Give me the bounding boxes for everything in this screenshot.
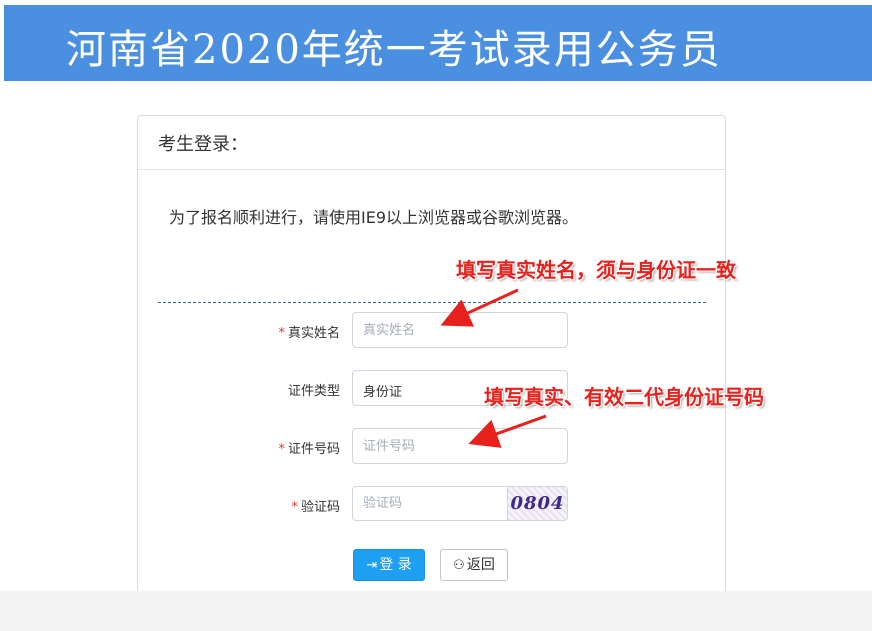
captcha-image[interactable]: 0804 xyxy=(508,486,568,521)
login-button[interactable]: ⇥ 登 录 xyxy=(353,549,425,581)
id-hint-annotation: 填写真实、有效二代身份证号码 xyxy=(484,385,764,409)
login-panel: 考生登录： 为了报名顺利进行，请使用IE9以上浏览器或谷歌浏览器。 * 真实姓名 … xyxy=(137,115,726,592)
footer-band xyxy=(0,591,872,631)
name-label: * 真实姓名 xyxy=(278,326,340,341)
page-title: 河南省2020年统一考试录用公务员 xyxy=(66,27,722,73)
login-button-label: 登 录 xyxy=(379,557,412,573)
name-hint-annotation: 填写真实姓名，须与身份证一致 xyxy=(456,258,736,282)
back-button-label: 返回 xyxy=(466,557,495,573)
id-number-input[interactable] xyxy=(352,428,568,464)
name-input[interactable] xyxy=(352,312,568,348)
panel-title: 考生登录： xyxy=(138,116,725,170)
back-button[interactable]: ⚇ 返回 xyxy=(440,549,508,581)
required-mark: * xyxy=(278,442,285,457)
required-mark: * xyxy=(291,500,298,515)
captcha-label: * 验证码 xyxy=(291,500,340,515)
header-banner: 河南省2020年统一考试录用公务员 xyxy=(4,5,872,81)
id-number-label: * 证件号码 xyxy=(278,442,340,457)
captcha-code: 0804 xyxy=(510,493,565,514)
captcha-input[interactable] xyxy=(352,486,508,521)
sign-in-icon: ⇥ xyxy=(366,558,378,573)
browser-notice: 为了报名顺利进行，请使用IE9以上浏览器或谷歌浏览器。 xyxy=(169,208,579,227)
id-type-label: 证件类型 xyxy=(287,384,340,399)
binoculars-icon: ⚇ xyxy=(453,558,465,573)
required-mark: * xyxy=(278,326,285,341)
divider xyxy=(158,302,706,303)
